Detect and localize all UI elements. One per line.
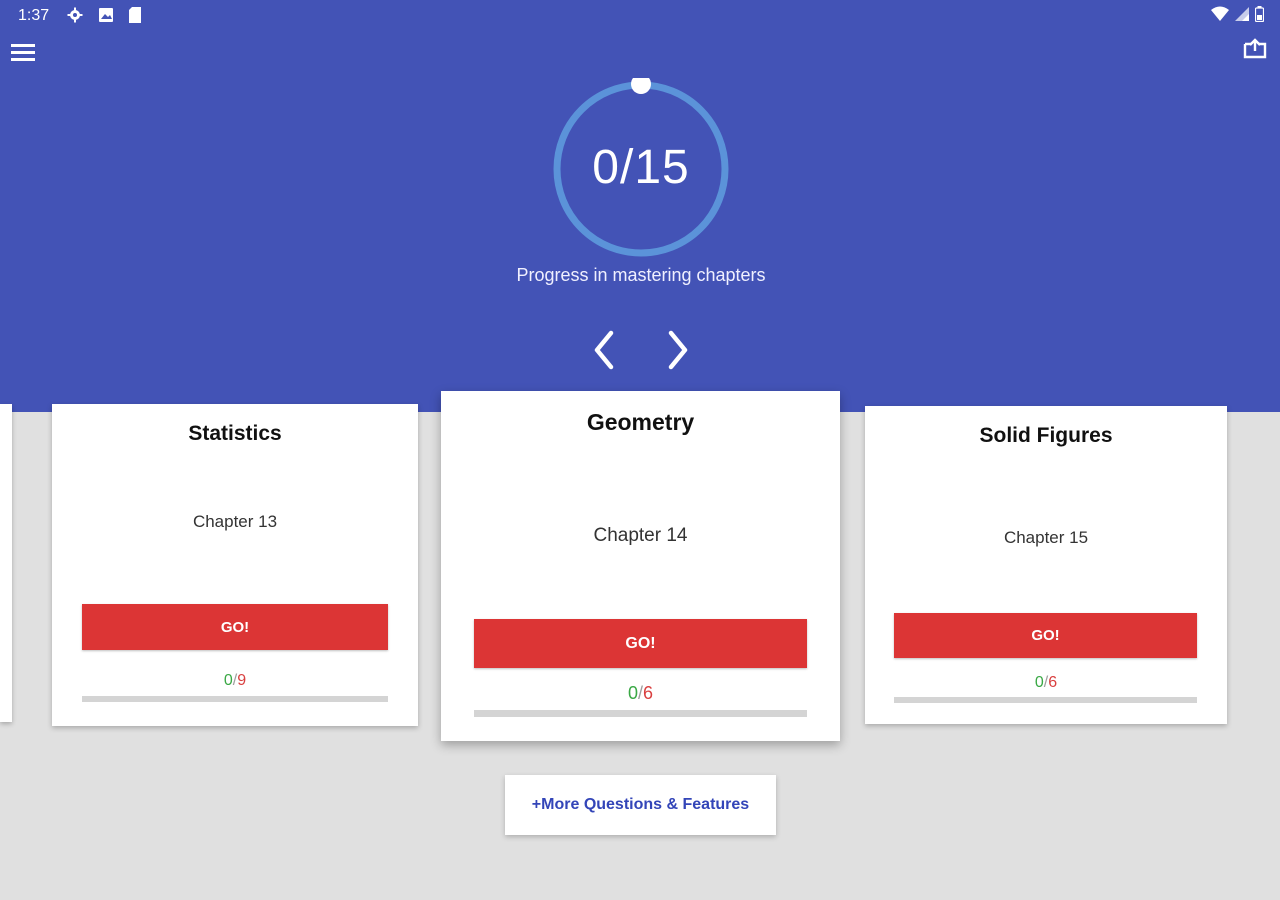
card-title: Solid Figures — [979, 424, 1113, 447]
card-progress-bar — [474, 710, 807, 717]
score-total: 6 — [1048, 674, 1058, 691]
status-right — [1211, 6, 1265, 27]
go-button[interactable]: GO! — [82, 604, 388, 650]
card-progress-bar — [894, 697, 1197, 703]
chevron-right-icon[interactable] — [658, 328, 698, 372]
score-total: 6 — [643, 683, 654, 703]
card-score: 0/6 — [865, 674, 1227, 692]
sd-card-icon — [127, 7, 143, 23]
image-icon — [98, 7, 114, 23]
chevron-left-icon[interactable] — [584, 328, 624, 372]
progress-label: Progress in mastering chapters — [516, 265, 766, 285]
battery-icon — [1254, 6, 1265, 27]
score-done: 0 — [1034, 674, 1044, 691]
card-chapter: Chapter 13 — [192, 512, 278, 531]
hamburger-menu-icon[interactable] — [8, 38, 38, 66]
progress-value: 0/15 — [592, 141, 690, 194]
go-button[interactable]: GO! — [474, 619, 807, 668]
export-icon[interactable] — [1240, 34, 1270, 62]
score-done: 0 — [627, 683, 638, 703]
card-score: 0/6 — [441, 683, 840, 704]
card-title: Statistics — [188, 422, 282, 445]
card-progress-bar — [82, 696, 388, 702]
status-time: 1:37 — [18, 7, 50, 24]
score-done: 0 — [223, 672, 233, 689]
progress-ring-knob — [631, 78, 651, 94]
card-chapter: Chapter 15 — [1003, 528, 1089, 547]
chapter-card-partial — [0, 404, 12, 722]
more-questions-button[interactable]: +More Questions & Features — [505, 775, 776, 835]
chapter-card-statistics[interactable]: Statistics Chapter 13 GO! 0/9 — [52, 404, 418, 726]
signal-icon — [1235, 6, 1249, 27]
gear-icon — [67, 7, 83, 23]
card-title: Geometry — [586, 409, 695, 435]
card-score: 0/9 — [52, 672, 418, 690]
go-button[interactable]: GO! — [894, 613, 1197, 658]
wifi-icon — [1211, 6, 1229, 27]
score-total: 9 — [237, 672, 247, 689]
chapter-card-solid-figures[interactable]: Solid Figures Chapter 15 GO! 0/6 — [865, 406, 1227, 724]
status-bar: 1:37 — [0, 0, 1280, 32]
chapter-card-geometry[interactable]: Geometry Chapter 14 GO! 0/6 — [441, 391, 840, 741]
card-chapter: Chapter 14 — [593, 525, 688, 546]
